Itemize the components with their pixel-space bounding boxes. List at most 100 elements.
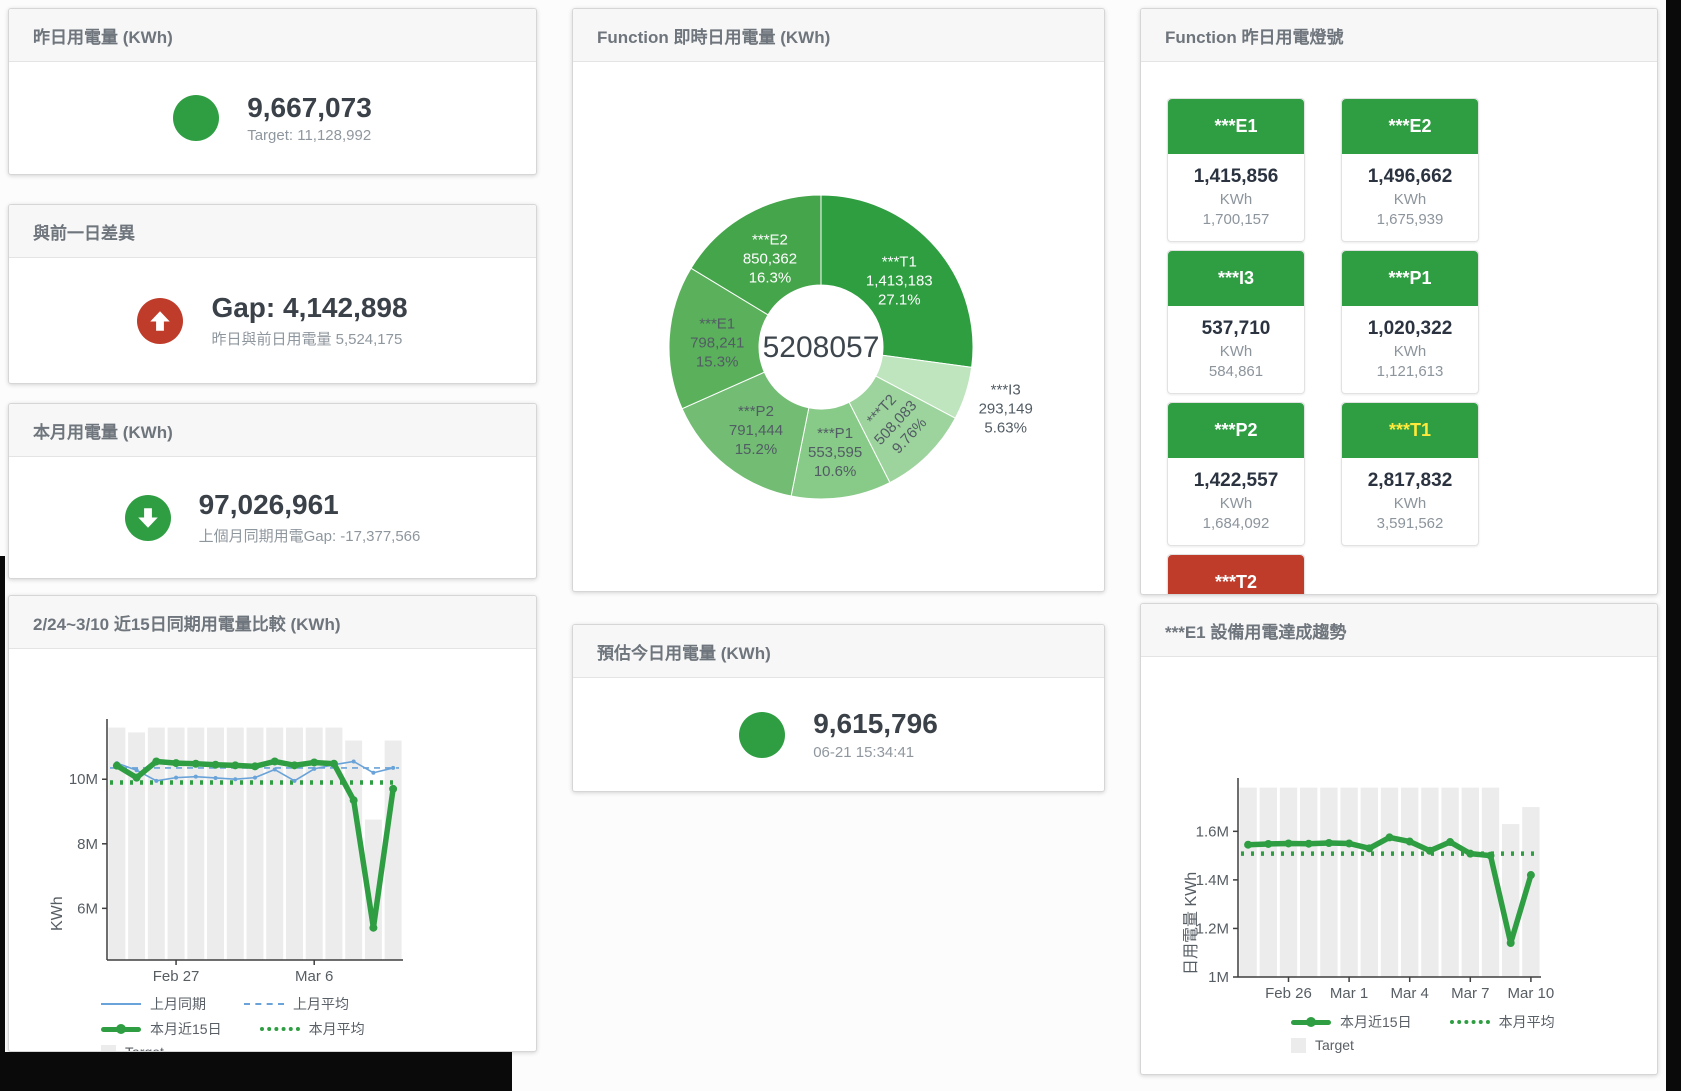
data-point[interactable] <box>310 758 318 766</box>
panel-header[interactable]: Function 昨日用電燈號 <box>1141 9 1657 62</box>
data-point[interactable] <box>271 757 279 765</box>
stat-subtitle: 上個月同期用電Gap: -17,377,566 <box>199 525 421 546</box>
data-point[interactable] <box>292 779 296 783</box>
status-tile: ***E11,415,856KWh1,700,157 <box>1167 98 1305 242</box>
stat-body: 97,026,961 上個月同期用電Gap: -17,377,566 <box>9 457 536 578</box>
tile-target-value: 584,861 <box>1168 363 1304 380</box>
data-point[interactable] <box>192 760 200 768</box>
data-point[interactable] <box>133 774 141 782</box>
tile-target-value: 1,700,157 <box>1168 211 1304 228</box>
target-bar <box>1280 788 1297 977</box>
target-bar <box>1502 824 1519 977</box>
data-point[interactable] <box>194 775 198 779</box>
data-point[interactable] <box>233 777 237 781</box>
data-point[interactable] <box>369 924 377 932</box>
data-point[interactable] <box>371 771 375 775</box>
data-point[interactable] <box>1446 838 1454 846</box>
status-tile: ***T12,817,832KWh3,591,562 <box>1341 402 1479 546</box>
data-point[interactable] <box>1325 839 1333 847</box>
legend-label: 本月平均 <box>309 1019 365 1039</box>
legend-item[interactable]: 本月近15日 <box>1291 1012 1412 1032</box>
legend-swatch-dot-icon <box>1306 1017 1316 1027</box>
y-tick-label: 10M <box>69 771 98 788</box>
data-point[interactable] <box>290 761 298 769</box>
panel-title: 2/24~3/10 近15日同期用電量比較 (KWh) <box>33 610 341 635</box>
data-point[interactable] <box>350 796 358 804</box>
stat-value: Gap: 4,142,898 <box>211 292 407 324</box>
screen-edge-right <box>1666 0 1681 1091</box>
data-point[interactable] <box>273 768 277 772</box>
data-point[interactable] <box>1527 871 1535 879</box>
target-bar <box>1320 788 1337 977</box>
data-point[interactable] <box>135 768 139 772</box>
data-point[interactable] <box>312 767 316 771</box>
stat-text: 97,026,961 上個月同期用電Gap: -17,377,566 <box>199 489 421 545</box>
y-tick-label: 1M <box>1208 969 1229 986</box>
panel-header[interactable]: 與前一日差異 <box>9 205 536 258</box>
legend-item[interactable]: Target <box>1291 1037 1354 1053</box>
data-point[interactable] <box>1365 844 1373 852</box>
legend-row: 上月同期 上月平均 <box>101 994 536 1014</box>
data-point[interactable] <box>253 776 257 780</box>
data-point[interactable] <box>113 762 121 770</box>
tile-value: 1,020,322 <box>1342 318 1478 340</box>
legend-item[interactable]: Target <box>101 1044 164 1052</box>
target-bar <box>1300 788 1317 977</box>
data-point[interactable] <box>1264 840 1272 848</box>
data-point[interactable] <box>212 761 220 769</box>
panel-header[interactable]: 本月用電量 (KWh) <box>9 404 536 457</box>
tile-target-value: 1,675,939 <box>1342 211 1478 228</box>
stat-value: 9,667,073 <box>247 92 372 124</box>
panel-header[interactable]: ***E1 設備用電達成趨勢 <box>1141 604 1657 657</box>
legend-item[interactable]: 本月平均 <box>260 1019 365 1039</box>
legend-item[interactable]: 上月平均 <box>244 994 349 1014</box>
data-point[interactable] <box>1345 839 1353 847</box>
data-point[interactable] <box>389 785 397 793</box>
data-point[interactable] <box>154 779 158 783</box>
data-point[interactable] <box>1466 850 1474 858</box>
panel-header[interactable]: 預估今日用電量 (KWh) <box>573 625 1104 678</box>
data-point[interactable] <box>1386 833 1394 841</box>
data-point[interactable] <box>1426 847 1434 855</box>
data-point[interactable] <box>1285 839 1293 847</box>
tile-header: ***P2 <box>1168 403 1304 458</box>
legend-row: Target <box>1291 1037 1657 1053</box>
data-point[interactable] <box>251 762 259 770</box>
panel-header[interactable]: 昨日用電量 (KWh) <box>9 9 536 62</box>
legend-swatch-icon <box>101 1027 141 1032</box>
data-point[interactable] <box>172 759 180 767</box>
legend-swatch-icon <box>244 1003 284 1005</box>
data-point[interactable] <box>1305 840 1313 848</box>
green-status-circle-icon <box>173 95 219 141</box>
data-point[interactable] <box>1406 838 1414 846</box>
legend-label: 上月同期 <box>150 994 206 1014</box>
target-bar <box>128 732 145 960</box>
panel-header[interactable]: 2/24~3/10 近15日同期用電量比較 (KWh) <box>9 596 536 649</box>
data-point[interactable] <box>214 776 218 780</box>
legend-item[interactable]: 本月平均 <box>1450 1012 1555 1032</box>
green-down-arrow-icon <box>125 495 171 541</box>
tile-header: ***I3 <box>1168 251 1304 306</box>
card-day-gap: 與前一日差異 Gap: 4,142,898 昨日與前日用電量 5,524,175 <box>8 204 537 384</box>
legend-item[interactable]: 本月近15日 <box>101 1019 222 1039</box>
panel-title: Function 昨日用電燈號 <box>1165 23 1343 48</box>
stat-text: Gap: 4,142,898 昨日與前日用電量 5,524,175 <box>211 292 407 348</box>
status-tile: ***T2955,212KWh762,358 <box>1167 554 1305 595</box>
legend-swatch-icon <box>1291 1020 1331 1025</box>
data-point[interactable] <box>391 766 395 770</box>
screen-edge-left <box>0 556 5 1091</box>
data-point[interactable] <box>231 761 239 769</box>
data-point[interactable] <box>174 776 178 780</box>
tile-value: 537,710 <box>1168 318 1304 340</box>
target-bar <box>1441 788 1458 977</box>
data-point[interactable] <box>1487 852 1495 860</box>
status-tile: ***I3537,710KWh584,861 <box>1167 250 1305 394</box>
panel-header[interactable]: Function 即時日用電量 (KWh) <box>573 9 1104 62</box>
data-point[interactable] <box>330 760 338 768</box>
data-point[interactable] <box>1507 939 1515 947</box>
tile-value: 2,817,832 <box>1342 470 1478 492</box>
data-point[interactable] <box>352 759 356 763</box>
legend-item[interactable]: 上月同期 <box>101 994 206 1014</box>
data-point[interactable] <box>1244 841 1252 849</box>
data-point[interactable] <box>152 757 160 765</box>
